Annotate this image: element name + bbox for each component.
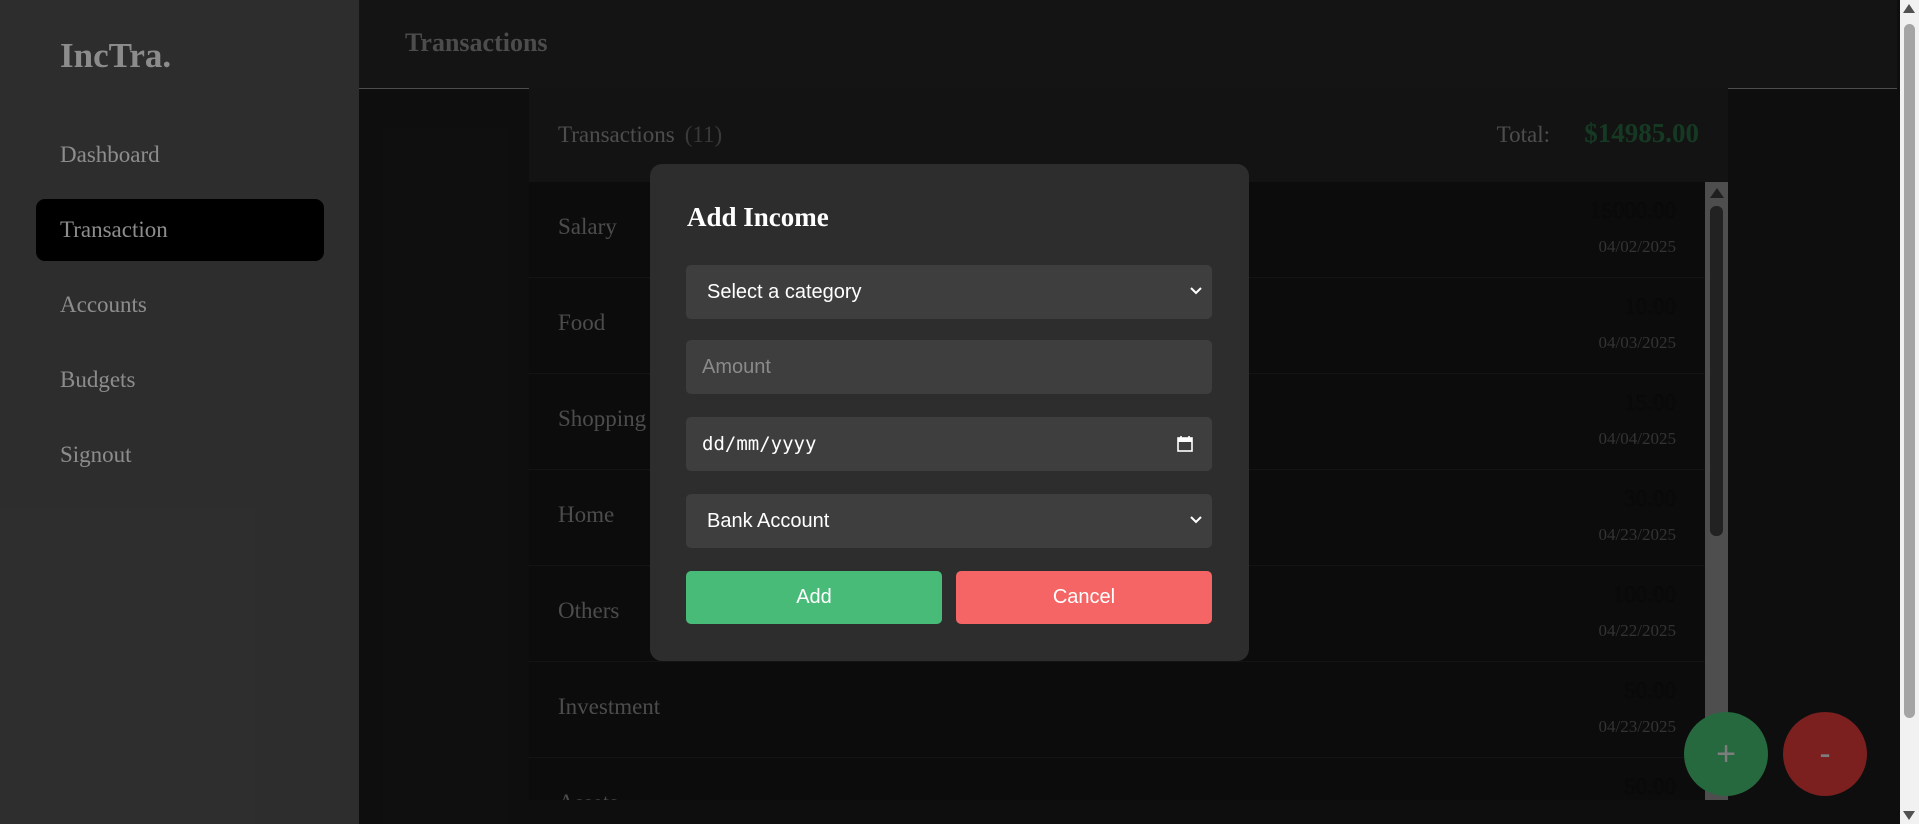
date-input[interactable]: dd/mm/yyyy [686, 417, 1212, 471]
category-select-value: Select a category [707, 280, 862, 303]
add-income-modal: Add Income Select a category Amount dd/m… [650, 164, 1249, 661]
add-expense-fab[interactable]: - [1783, 712, 1867, 796]
amount-placeholder: Amount [702, 355, 771, 378]
date-placeholder: dd/mm/yyyy [702, 433, 817, 455]
add-income-fab[interactable]: + [1684, 712, 1768, 796]
scroll-down-arrow-icon[interactable] [1903, 811, 1915, 820]
modal-title: Add Income [687, 202, 829, 232]
chevron-down-icon [1190, 516, 1202, 524]
cancel-button[interactable]: Cancel [956, 571, 1212, 624]
page-scrollbar-thumb[interactable] [1904, 24, 1915, 718]
page-scrollbar[interactable] [1900, 0, 1919, 824]
calendar-icon[interactable] [1176, 435, 1194, 453]
category-select[interactable]: Select a category [686, 265, 1212, 319]
account-select-value: Bank Account [707, 509, 830, 532]
chevron-down-icon [1190, 287, 1202, 295]
account-select[interactable]: Bank Account [686, 494, 1212, 548]
amount-input[interactable]: Amount [686, 340, 1212, 394]
add-button[interactable]: Add [686, 571, 942, 624]
scroll-up-arrow-icon[interactable] [1903, 4, 1915, 13]
